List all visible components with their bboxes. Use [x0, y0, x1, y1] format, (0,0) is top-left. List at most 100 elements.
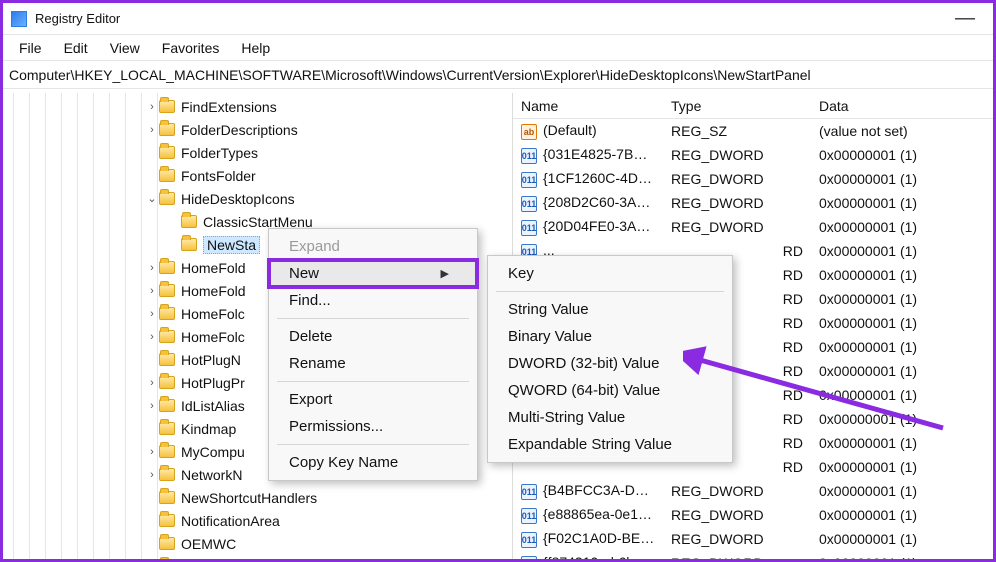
folder-icon	[159, 491, 175, 504]
folder-icon	[159, 376, 175, 389]
menu-separator	[277, 444, 469, 445]
list-row[interactable]: 011{031E4825-7B94...REG_DWORD0x00000001 …	[513, 143, 993, 167]
folder-icon	[181, 215, 197, 228]
menu-item-new[interactable]: New▶	[269, 260, 477, 287]
cell-data: 0x00000001 (1)	[811, 387, 993, 403]
cell-name: 011{1CF1260C-4DD...	[513, 170, 663, 188]
submenu-item-qword-64-bit-value[interactable]: QWORD (64-bit) Value	[488, 377, 732, 404]
cell-data: 0x00000001 (1)	[811, 339, 993, 355]
submenu-item-expandable-string-value[interactable]: Expandable String Value	[488, 431, 732, 458]
cell-type: REG_DWORD	[663, 555, 811, 559]
cell-data: 0x00000001 (1)	[811, 315, 993, 331]
tree-item-label: HomeFold	[181, 283, 252, 299]
folder-icon	[159, 353, 175, 366]
dword-value-icon: 011	[521, 220, 537, 236]
list-row[interactable]: 011{f874310e-b6b7-...REG_DWORD0x00000001…	[513, 551, 993, 559]
list-row[interactable]: 011{e88865ea-0e1c-...REG_DWORD0x00000001…	[513, 503, 993, 527]
chevron-right-icon[interactable]: ›	[145, 400, 159, 412]
chevron-right-icon[interactable]: ›	[145, 377, 159, 389]
chevron-right-icon[interactable]: ›	[145, 101, 159, 113]
minimize-button[interactable]: —	[945, 7, 985, 30]
menu-view[interactable]: View	[100, 38, 150, 58]
list-row[interactable]: 011{B4BFCC3A-DB2...REG_DWORD0x00000001 (…	[513, 479, 993, 503]
cell-data: 0x00000001 (1)	[811, 555, 993, 559]
menu-item-label: Expand	[289, 238, 340, 255]
cell-data: 0x00000001 (1)	[811, 483, 993, 499]
tree-item[interactable]: FontsFolder	[3, 164, 512, 187]
column-data[interactable]: Data	[811, 98, 993, 114]
cell-name: 011{B4BFCC3A-DB2...	[513, 482, 663, 500]
menu-item-label: Delete	[289, 328, 332, 345]
menu-item-permissions-[interactable]: Permissions...	[269, 413, 477, 440]
registry-editor-window: Registry Editor — FileEditViewFavoritesH…	[0, 0, 996, 562]
chevron-down-icon[interactable]: ⌄	[145, 192, 159, 205]
dword-value-icon: 011	[521, 172, 537, 188]
menu-item-export[interactable]: Export	[269, 386, 477, 413]
tree-item[interactable]: NotificationArea	[3, 509, 512, 532]
menu-file[interactable]: File	[9, 38, 52, 58]
submenu-item-string-value[interactable]: String Value	[488, 296, 732, 323]
folder-icon	[159, 192, 175, 205]
menu-favorites[interactable]: Favorites	[152, 38, 230, 58]
window-title: Registry Editor	[35, 11, 945, 26]
tree-item[interactable]: ›FindExtensions	[3, 95, 512, 118]
submenu-item-binary-value[interactable]: Binary Value	[488, 323, 732, 350]
regedit-icon	[11, 11, 27, 27]
menu-item-delete[interactable]: Delete	[269, 323, 477, 350]
chevron-right-icon[interactable]: ›	[145, 124, 159, 136]
cell-data: 0x00000001 (1)	[811, 219, 993, 235]
cell-type: REG_DWORD	[663, 147, 811, 163]
folder-icon	[159, 514, 175, 527]
menu-item-find-[interactable]: Find...	[269, 287, 477, 314]
folder-icon	[159, 330, 175, 343]
tree-item-label: HomeFolc	[181, 306, 251, 322]
list-row[interactable]: 011{20D04FE0-3AEA...REG_DWORD0x00000001 …	[513, 215, 993, 239]
chevron-right-icon[interactable]: ›	[145, 446, 159, 458]
context-submenu-new[interactable]: Key String ValueBinary ValueDWORD (32-bit…	[487, 255, 733, 463]
cell-name: 011{031E4825-7B94...	[513, 146, 663, 164]
chevron-right-icon[interactable]: ›	[145, 285, 159, 297]
column-name[interactable]: Name	[513, 98, 663, 114]
chevron-right-icon[interactable]: ›	[145, 331, 159, 343]
tree-item[interactable]: FolderTypes	[3, 141, 512, 164]
tree-item[interactable]: ›OpenContainingFolderHiddenList	[3, 555, 512, 559]
address-bar[interactable]: Computer\HKEY_LOCAL_MACHINE\SOFTWARE\Mic…	[3, 61, 993, 89]
list-row[interactable]: 011{1CF1260C-4DD...REG_DWORD0x00000001 (…	[513, 167, 993, 191]
cell-data: (value not set)	[811, 123, 993, 139]
list-row[interactable]: ab(Default)REG_SZ(value not set)	[513, 119, 993, 143]
cell-data: 0x00000001 (1)	[811, 267, 993, 283]
context-menu[interactable]: Expand New▶Find... Delete Rename ExportPermi…	[268, 228, 478, 481]
submenu-item-key[interactable]: Key	[488, 260, 732, 287]
folder-icon	[159, 261, 175, 274]
chevron-right-icon[interactable]: ›	[145, 308, 159, 320]
titlebar[interactable]: Registry Editor —	[3, 3, 993, 35]
menu-item-copy-key-name[interactable]: Copy Key Name	[269, 449, 477, 476]
menu-edit[interactable]: Edit	[54, 38, 98, 58]
dword-value-icon: 011	[521, 148, 537, 164]
menu-help[interactable]: Help	[231, 38, 280, 58]
menu-separator	[277, 381, 469, 382]
address-text: Computer\HKEY_LOCAL_MACHINE\SOFTWARE\Mic…	[9, 67, 811, 83]
tree-item[interactable]: ⌄HideDesktopIcons	[3, 187, 512, 210]
tree-item-label: NetworkN	[181, 467, 248, 483]
menu-item-label: Multi-String Value	[508, 409, 625, 426]
folder-icon	[159, 307, 175, 320]
list-row[interactable]: 011{F02C1A0D-BE21...REG_DWORD0x00000001 …	[513, 527, 993, 551]
menu-item-rename[interactable]: Rename	[269, 350, 477, 377]
submenu-item-multi-string-value[interactable]: Multi-String Value	[488, 404, 732, 431]
list-header[interactable]: Name Type Data	[513, 93, 993, 119]
folder-icon	[159, 422, 175, 435]
tree-item[interactable]: OEMWC	[3, 532, 512, 555]
chevron-right-icon[interactable]: ›	[145, 469, 159, 481]
menu-separator	[496, 291, 724, 292]
chevron-right-icon[interactable]: ›	[145, 262, 159, 274]
tree-item[interactable]: ›FolderDescriptions	[3, 118, 512, 141]
column-type[interactable]: Type	[663, 98, 811, 114]
submenu-item-dword-32-bit-value[interactable]: DWORD (32-bit) Value	[488, 350, 732, 377]
tree-item-label: Kindmap	[181, 421, 242, 437]
cell-name: ab(Default)	[513, 122, 663, 140]
list-row[interactable]: 011{208D2C60-3AE...REG_DWORD0x00000001 (…	[513, 191, 993, 215]
cell-type: REG_DWORD	[663, 219, 811, 235]
tree-item[interactable]: NewShortcutHandlers	[3, 486, 512, 509]
cell-data: 0x00000001 (1)	[811, 243, 993, 259]
